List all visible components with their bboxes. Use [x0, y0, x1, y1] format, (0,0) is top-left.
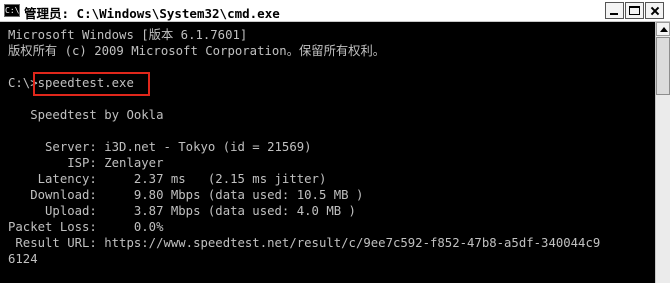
console-output[interactable]: Microsoft Windows [版本 6.1.7601] 版权所有 (c)…: [0, 22, 655, 283]
console-line: Packet Loss: 0.0%: [8, 220, 164, 234]
close-button[interactable]: [645, 2, 664, 19]
console-line: Download: 9.80 Mbps (data used: 10.5 MB …: [8, 188, 364, 202]
console-line: Latency: 2.37 ms (2.15 ms jitter): [8, 172, 327, 186]
console-line: Microsoft Windows [版本 6.1.7601]: [8, 28, 248, 42]
console-line: Server: i3D.net - Tokyo (id = 21569): [8, 140, 312, 154]
scroll-up-button[interactable]: [656, 22, 670, 36]
minimize-button[interactable]: [605, 2, 624, 19]
cmd-app-icon[interactable]: C:\: [4, 4, 20, 17]
console-line: Speedtest by Ookla: [8, 108, 164, 122]
window-title: 管理员: C:\Windows\System32\cmd.exe: [24, 6, 280, 21]
console-line: Upload: 3.87 Mbps (data used: 4.0 MB ): [8, 204, 356, 218]
console-line: 版权所有 (c) 2009 Microsoft Corporation。保留所有…: [8, 44, 386, 58]
console-line: ISP: Zenlayer: [8, 156, 164, 170]
console-line: 6124: [8, 252, 38, 266]
command-highlight-box: [33, 72, 150, 96]
scroll-thumb[interactable]: [656, 37, 670, 95]
vertical-scrollbar[interactable]: [655, 22, 670, 283]
maximize-button[interactable]: [625, 2, 644, 19]
console-line: Result URL: https://www.speedtest.net/re…: [8, 236, 601, 250]
title-bar[interactable]: C:\ 管理员: C:\Windows\System32\cmd.exe: [0, 0, 670, 22]
